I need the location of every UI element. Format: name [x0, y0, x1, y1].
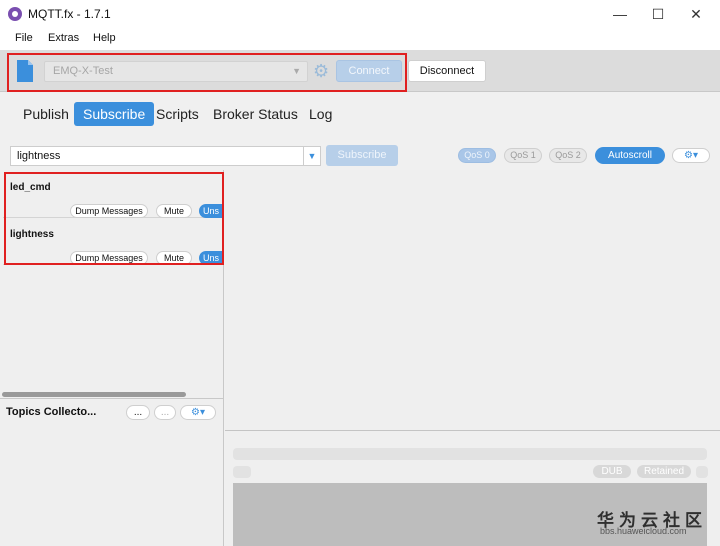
- menu-help[interactable]: Help: [93, 32, 116, 44]
- settings-gear-button[interactable]: ⚙▾: [672, 148, 710, 163]
- highlight-box-connection: [7, 53, 407, 92]
- subscribe-button[interactable]: Subscribe: [326, 145, 398, 166]
- horizontal-scrollbar[interactable]: [2, 392, 186, 397]
- autoscroll-button[interactable]: Autoscroll: [595, 147, 665, 164]
- maximize-button[interactable]: ☐: [640, 0, 676, 28]
- watermark-url: bbs.huaweicloud.com: [600, 526, 687, 536]
- window-title: MQTT.fx - 1.7.1: [28, 7, 111, 21]
- tab-subscribe[interactable]: Subscribe: [74, 102, 155, 126]
- menu-file[interactable]: File: [15, 32, 33, 44]
- chevron-down-icon[interactable]: ▼: [303, 146, 321, 166]
- minimize-button[interactable]: —: [602, 0, 638, 28]
- topics-collector-pane: [0, 398, 224, 546]
- message-topic-placeholder: [233, 448, 707, 460]
- topic-input[interactable]: lightness: [10, 146, 304, 166]
- close-button[interactable]: ✕: [678, 0, 714, 28]
- menu-bar: File Extras Help: [0, 28, 720, 50]
- qos1-toggle[interactable]: QoS 1: [504, 148, 542, 163]
- disconnect-button[interactable]: Disconnect: [408, 60, 486, 82]
- tab-publish[interactable]: Publish: [23, 102, 69, 126]
- collector-settings-button[interactable]: ⚙▾: [180, 405, 216, 420]
- tab-log[interactable]: Log: [309, 102, 332, 126]
- qos-badge-placeholder: [696, 466, 708, 478]
- qos2-toggle[interactable]: QoS 2: [549, 148, 587, 163]
- qos0-toggle[interactable]: QoS 0: [458, 148, 496, 163]
- message-id-placeholder: [233, 466, 251, 478]
- highlight-box-subscriptions: [4, 172, 224, 265]
- dub-badge: DUB: [593, 465, 631, 478]
- retained-badge: Retained: [637, 465, 691, 478]
- title-bar: MQTT.fx - 1.7.1 — ☐ ✕: [0, 0, 720, 28]
- app-logo-icon: [8, 7, 22, 21]
- tab-broker-status[interactable]: Broker Status: [213, 102, 298, 126]
- menu-extras[interactable]: Extras: [48, 32, 79, 44]
- messages-pane: [225, 170, 720, 430]
- tab-scripts[interactable]: Scripts: [156, 102, 199, 126]
- collector-scan-button[interactable]: ...: [126, 405, 150, 420]
- topics-collector-title: Topics Collecto...: [6, 406, 97, 418]
- collector-clear-button[interactable]: ...: [154, 405, 176, 420]
